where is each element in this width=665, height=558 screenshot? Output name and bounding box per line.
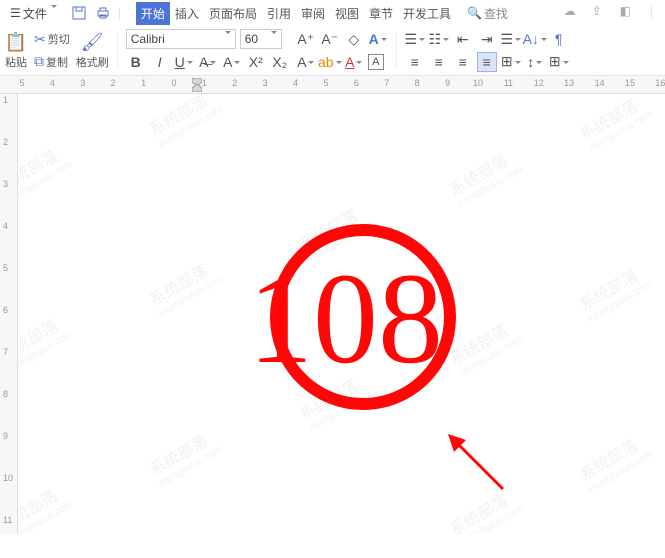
char-shading-button[interactable]: A bbox=[296, 52, 316, 72]
chevron-down-icon bbox=[223, 32, 231, 46]
watermark: 系统部落xitongbuluo.com bbox=[144, 253, 225, 320]
increase-indent-button[interactable]: ⇥ bbox=[477, 29, 497, 49]
watermark: 系统部落xitongbuluo.com bbox=[444, 143, 525, 210]
superscript-button[interactable]: X² bbox=[246, 52, 266, 72]
bullet-list-button[interactable]: ☰ bbox=[405, 29, 425, 49]
paragraph-mark-button[interactable]: ¶ bbox=[549, 29, 569, 49]
document-wrap: 1234567891011 108 系统部落xitongbuluo.com 系统部… bbox=[0, 94, 665, 534]
align-right-button[interactable]: ≡ bbox=[453, 52, 473, 72]
copy-icon: ⧉ bbox=[34, 53, 44, 70]
file-menu[interactable]: ☰ 文件 bbox=[4, 5, 63, 22]
save-icon[interactable] bbox=[70, 4, 88, 22]
skin-icon[interactable]: ◧ bbox=[620, 4, 638, 22]
bold-button[interactable]: B bbox=[126, 52, 146, 72]
watermark: 系统部落xitongbuluo.com bbox=[18, 138, 75, 205]
tab-review[interactable]: 审阅 bbox=[296, 2, 330, 25]
font-size-select[interactable]: 60 bbox=[240, 29, 282, 49]
page-canvas[interactable]: 108 系统部落xitongbuluo.com 系统部落xitongbuluo.c… bbox=[18, 94, 665, 534]
text-direction-button[interactable]: A↓ bbox=[525, 29, 545, 49]
paste-label: 粘贴 bbox=[5, 54, 27, 70]
watermark: 系统部落xitongbuluo.com bbox=[574, 94, 655, 155]
italic-button[interactable]: I bbox=[150, 52, 170, 72]
titlebar-right: ☁ ⇪ ◧ ┊ bbox=[564, 4, 661, 22]
watermark: 系统部落xitongbuluo.com bbox=[144, 94, 225, 150]
cloud-icon[interactable]: ☁ bbox=[564, 4, 582, 22]
ribbon-toolbar: 📋 粘贴 ✂剪切 ⧉复制 🖌 格式刷 Calibri 60 B I U A̶ A… bbox=[0, 26, 665, 76]
tab-insert[interactable]: 插入 bbox=[170, 2, 204, 25]
watermark: 系统部落xitongbuluo.com bbox=[144, 423, 225, 490]
hamburger-icon: ☰ bbox=[10, 6, 21, 20]
align-center-button[interactable]: ≡ bbox=[429, 52, 449, 72]
align-left-button[interactable]: ≡ bbox=[405, 52, 425, 72]
print-icon[interactable] bbox=[94, 4, 112, 22]
menubar: ☰ 文件 | 开始 插入 页面布局 引用 审阅 视图 章节 开发工具 🔍 查找 … bbox=[0, 0, 665, 26]
shrink-font-button[interactable]: A⁻ bbox=[320, 29, 340, 49]
copy-button[interactable]: ⧉复制 bbox=[34, 53, 70, 70]
ruler-horizontal[interactable]: 54321012345678910111213141516 bbox=[0, 76, 665, 94]
border-button[interactable]: ⊞ bbox=[549, 52, 569, 72]
watermark: 系统部落xitongbuluo.com bbox=[444, 313, 525, 380]
tab-references[interactable]: 引用 bbox=[262, 2, 296, 25]
stamp-text[interactable]: 108 bbox=[248, 254, 443, 384]
ribbon-tabs: 开始 插入 页面布局 引用 审阅 视图 章节 开发工具 bbox=[136, 2, 456, 25]
chevron-down-icon bbox=[49, 6, 57, 20]
scissors-icon: ✂ bbox=[34, 31, 46, 48]
search-box[interactable]: 🔍 查找 bbox=[467, 5, 508, 22]
indent-marker-icon[interactable] bbox=[192, 78, 202, 92]
watermark: 系统部落xitongbuluo.com bbox=[574, 428, 655, 495]
distribute-button[interactable]: ⊞ bbox=[501, 52, 521, 72]
watermark: 系统部落xitongbuluo.com bbox=[18, 478, 75, 534]
watermark: 系统部落xitongbuluo.com bbox=[574, 258, 655, 325]
decrease-indent-button[interactable]: ⇤ bbox=[453, 29, 473, 49]
share-icon[interactable]: ⇪ bbox=[592, 4, 610, 22]
font-color-button[interactable]: A bbox=[344, 52, 364, 72]
underline-button[interactable]: U bbox=[174, 52, 194, 72]
text-effect-button[interactable]: A bbox=[368, 29, 388, 49]
search-icon: 🔍 bbox=[467, 6, 482, 20]
paste-button[interactable]: 📋 粘贴 bbox=[4, 28, 28, 73]
file-menu-label: 文件 bbox=[23, 5, 47, 22]
search-label: 查找 bbox=[484, 5, 508, 22]
number-list-button[interactable]: ☷ bbox=[429, 29, 449, 49]
tab-developer[interactable]: 开发工具 bbox=[398, 2, 456, 25]
strike-button[interactable]: A̶ bbox=[198, 52, 218, 72]
quick-access: | bbox=[64, 4, 127, 22]
grow-font-button[interactable]: A⁺ bbox=[296, 29, 316, 49]
line-spacing-button[interactable]: ☰ bbox=[501, 29, 521, 49]
subscript-button[interactable]: X₂ bbox=[270, 52, 290, 72]
highlight-button[interactable]: ab bbox=[320, 52, 340, 72]
tab-section[interactable]: 章节 bbox=[364, 2, 398, 25]
emphasis-button[interactable]: A bbox=[222, 52, 242, 72]
chevron-down-icon bbox=[269, 32, 277, 46]
watermark: 系统部落xitongbuluo.com bbox=[294, 94, 375, 95]
align-justify-button[interactable]: ≡ bbox=[477, 52, 497, 72]
brush-icon: 🖌 bbox=[80, 31, 104, 53]
tab-layout[interactable]: 页面布局 bbox=[204, 2, 262, 25]
format-brush-label: 格式刷 bbox=[76, 54, 109, 70]
char-border-button[interactable]: A bbox=[368, 54, 384, 70]
tab-start[interactable]: 开始 bbox=[136, 2, 170, 25]
format-brush-button[interactable]: 🖌 格式刷 bbox=[76, 28, 109, 73]
cut-button[interactable]: ✂剪切 bbox=[34, 31, 70, 48]
font-name-select[interactable]: Calibri bbox=[126, 29, 236, 49]
ruler-vertical[interactable]: 1234567891011 bbox=[0, 94, 18, 534]
watermark: 系统部落xitongbuluo.com bbox=[18, 308, 75, 375]
clipboard-icon: 📋 bbox=[4, 31, 28, 53]
tab-view[interactable]: 视图 bbox=[330, 2, 364, 25]
paragraph-spacing-button[interactable]: ↕ bbox=[525, 52, 545, 72]
clear-format-button[interactable]: ◇ bbox=[344, 29, 364, 49]
annotation-arrow-icon bbox=[448, 434, 508, 494]
